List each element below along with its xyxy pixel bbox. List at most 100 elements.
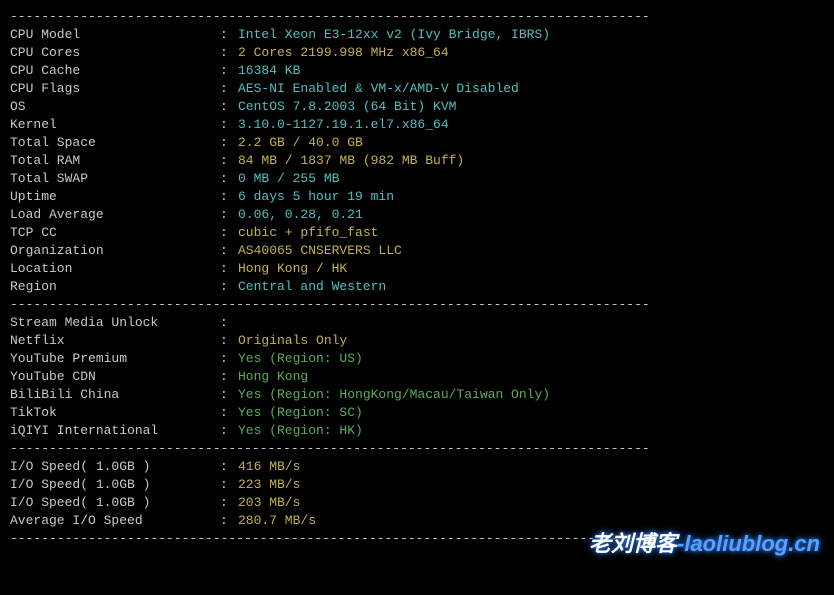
stream-row: YouTube Premium: Yes (Region: US) [10,350,824,368]
separator: : [220,350,238,368]
system-label: TCP CC [10,224,220,242]
system-label: Load Average [10,206,220,224]
system-label: CPU Cores [10,44,220,62]
separator: : [220,278,238,296]
system-row: CPU Cache: 16384 KB [10,62,824,80]
separator: : [220,62,238,80]
system-value: 6 days 5 hour 19 min [238,188,824,206]
system-row: Total SWAP: 0 MB / 255 MB [10,170,824,188]
separator: : [220,512,238,530]
system-value: 2 Cores 2199.998 MHz x86_64 [238,44,824,62]
separator: : [220,368,238,386]
system-row: Kernel: 3.10.0-1127.19.1.el7.x86_64 [10,116,824,134]
system-row: Uptime: 6 days 5 hour 19 min [10,188,824,206]
io-row: I/O Speed( 1.0GB ): 416 MB/s [10,458,824,476]
stream-header-label: Stream Media Unlock [10,314,220,332]
separator: : [220,422,238,440]
separator: : [220,26,238,44]
separator: : [220,188,238,206]
separator: : [220,332,238,350]
io-label: Average I/O Speed [10,512,220,530]
system-label: Total SWAP [10,170,220,188]
separator: : [220,80,238,98]
separator: : [220,224,238,242]
system-label: Kernel [10,116,220,134]
io-label: I/O Speed( 1.0GB ) [10,476,220,494]
system-value: 84 MB / 1837 MB (982 MB Buff) [238,152,824,170]
stream-value: Originals Only [238,332,824,350]
stream-row: BiliBili China: Yes (Region: HongKong/Ma… [10,386,824,404]
system-row: Region: Central and Western [10,278,824,296]
system-value: AES-NI Enabled & VM-x/AMD-V Disabled [238,80,824,98]
stream-label: YouTube Premium [10,350,220,368]
stream-header-row: Stream Media Unlock: [10,314,824,332]
separator: : [220,134,238,152]
system-label: CPU Model [10,26,220,44]
io-row: I/O Speed( 1.0GB ): 203 MB/s [10,494,824,512]
stream-row: YouTube CDN: Hong Kong [10,368,824,386]
io-value: 223 MB/s [238,476,824,494]
system-value: AS40065 CNSERVERS LLC [238,242,824,260]
system-value: 0.06, 0.28, 0.21 [238,206,824,224]
separator: : [220,260,238,278]
stream-value: Yes (Region: US) [238,350,824,368]
stream-label: TikTok [10,404,220,422]
system-label: CPU Cache [10,62,220,80]
stream-label: YouTube CDN [10,368,220,386]
divider: ----------------------------------------… [10,530,824,548]
stream-row: Netflix: Originals Only [10,332,824,350]
system-value: 3.10.0-1127.19.1.el7.x86_64 [238,116,824,134]
separator: : [220,404,238,422]
separator: : [220,206,238,224]
system-label: Uptime [10,188,220,206]
io-row: Average I/O Speed: 280.7 MB/s [10,512,824,530]
stream-value: Yes (Region: SC) [238,404,824,422]
system-row: Location: Hong Kong / HK [10,260,824,278]
system-row: TCP CC: cubic + pfifo_fast [10,224,824,242]
system-row: Load Average: 0.06, 0.28, 0.21 [10,206,824,224]
system-label: Total RAM [10,152,220,170]
system-value: cubic + pfifo_fast [238,224,824,242]
io-value: 280.7 MB/s [238,512,824,530]
terminal-output: ----------------------------------------… [10,8,824,548]
separator: : [220,116,238,134]
io-label: I/O Speed( 1.0GB ) [10,494,220,512]
system-row: CPU Model: Intel Xeon E3-12xx v2 (Ivy Br… [10,26,824,44]
separator: : [220,494,238,512]
stream-value: Hong Kong [238,368,824,386]
system-value: 0 MB / 255 MB [238,170,824,188]
stream-label: Netflix [10,332,220,350]
separator: : [220,386,238,404]
stream-label: BiliBili China [10,386,220,404]
stream-value: Yes (Region: HK) [238,422,824,440]
system-row: CPU Flags: AES-NI Enabled & VM-x/AMD-V D… [10,80,824,98]
separator: : [220,242,238,260]
io-value: 416 MB/s [238,458,824,476]
system-value: 2.2 GB / 40.0 GB [238,134,824,152]
system-label: Location [10,260,220,278]
system-value: CentOS 7.8.2003 (64 Bit) KVM [238,98,824,116]
system-value: 16384 KB [238,62,824,80]
separator: : [220,458,238,476]
system-label: Organization [10,242,220,260]
system-row: CPU Cores: 2 Cores 2199.998 MHz x86_64 [10,44,824,62]
separator: : [220,476,238,494]
io-value: 203 MB/s [238,494,824,512]
system-value: Intel Xeon E3-12xx v2 (Ivy Bridge, IBRS) [238,26,824,44]
system-value: Central and Western [238,278,824,296]
system-label: CPU Flags [10,80,220,98]
divider: ----------------------------------------… [10,440,824,458]
system-row: OS: CentOS 7.8.2003 (64 Bit) KVM [10,98,824,116]
stream-label: iQIYI International [10,422,220,440]
system-label: OS [10,98,220,116]
io-label: I/O Speed( 1.0GB ) [10,458,220,476]
stream-row: TikTok: Yes (Region: SC) [10,404,824,422]
separator: : [220,44,238,62]
stream-row: iQIYI International: Yes (Region: HK) [10,422,824,440]
system-row: Total Space: 2.2 GB / 40.0 GB [10,134,824,152]
separator: : [220,314,238,332]
system-label: Total Space [10,134,220,152]
divider: ----------------------------------------… [10,296,824,314]
separator: : [220,170,238,188]
stream-value: Yes (Region: HongKong/Macau/Taiwan Only) [238,386,824,404]
